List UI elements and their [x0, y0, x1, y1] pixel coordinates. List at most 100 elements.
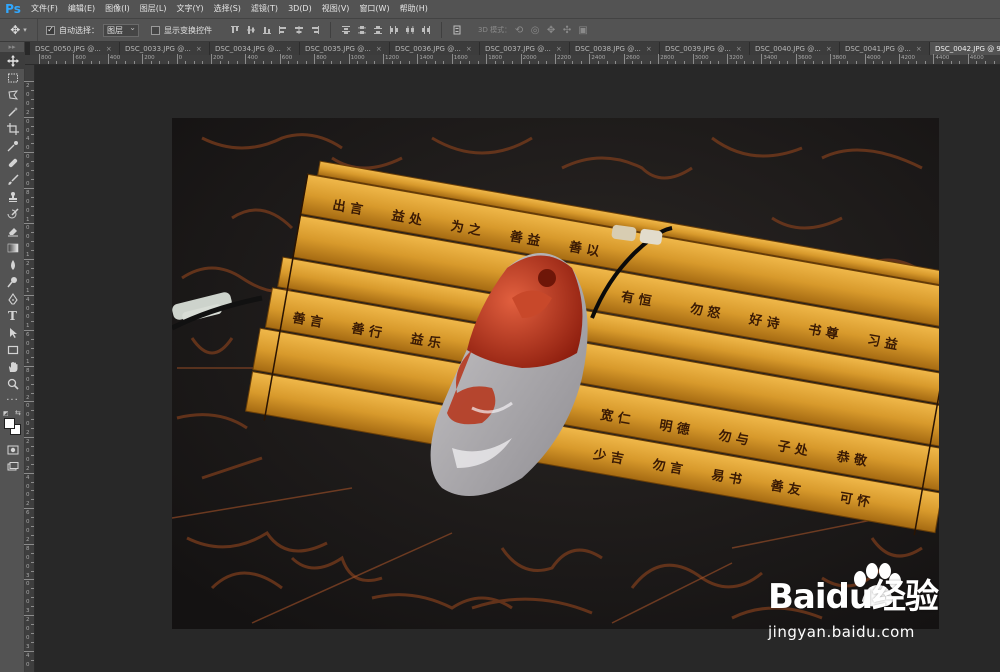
document-tab[interactable]: DSC_0033.JPG @... ×	[120, 42, 210, 55]
default-colors-icon[interactable]: ◩	[3, 410, 9, 417]
eyedropper-tool-button[interactable]	[0, 137, 25, 154]
close-icon[interactable]: ×	[466, 45, 472, 53]
document-tab[interactable]: DSC_0036.JPG @... ×	[390, 42, 480, 55]
document-tab[interactable]: DSC_0037.JPG @... ×	[480, 42, 570, 55]
document-tab[interactable]: DSC_0034.JPG @... ×	[210, 42, 300, 55]
hand-tool-button[interactable]	[0, 358, 25, 375]
document-tab[interactable]: DSC_0042.JPG @ 9...×	[930, 42, 1000, 55]
camera-3d-icon[interactable]: ▣	[575, 23, 591, 37]
distribute-top-edges-button[interactable]	[339, 23, 353, 37]
menu-item-9[interactable]: 窗口(W)	[354, 0, 394, 18]
brush-tool-button[interactable]	[0, 171, 25, 188]
ruler-v-label: 0	[26, 305, 30, 312]
ruler-v-label: 0	[26, 118, 30, 125]
align-horizontal-centers-button[interactable]	[292, 23, 306, 37]
close-icon[interactable]: ×	[196, 45, 202, 53]
distribute-vertical-centers-button[interactable]	[355, 23, 369, 37]
align-bottom-edges-button[interactable]	[260, 23, 274, 37]
ruler-minor-tick	[503, 61, 505, 64]
pen-tool-button[interactable]	[0, 290, 25, 307]
ruler-tick	[39, 54, 40, 64]
horizontal-ruler[interactable]: 800 600 400 200 0 200 400 600 800 1000 1200 1400 160…	[25, 54, 1000, 65]
menu-item-3[interactable]: 图层(L)	[135, 0, 172, 18]
ruler-h-label: 600	[75, 55, 86, 61]
swap-colors-icon[interactable]: ⇆	[15, 409, 21, 417]
ruler-h-label: 800	[316, 55, 327, 61]
more-tools-icon[interactable]: ···	[0, 392, 25, 409]
screen-mode-button[interactable]	[0, 458, 25, 475]
close-icon[interactable]: ×	[646, 45, 652, 53]
document-tab[interactable]: DSC_0039.JPG @... ×	[660, 42, 750, 55]
menu-item-7[interactable]: 3D(D)	[283, 0, 317, 18]
align-right-edges-button[interactable]	[308, 23, 322, 37]
close-icon[interactable]: ×	[916, 45, 922, 53]
zoom-tool-button[interactable]	[0, 375, 25, 392]
document-tab[interactable]: DSC_0050.JPG @... ×	[30, 42, 120, 55]
ruler-tick	[31, 241, 34, 243]
menu-item-4[interactable]: 文字(Y)	[171, 0, 208, 18]
quick-mask-button[interactable]	[0, 441, 25, 458]
crop-tool-button[interactable]	[0, 120, 25, 137]
document-tab[interactable]: DSC_0038.JPG @... ×	[570, 42, 660, 55]
auto-align-layers-button[interactable]	[450, 23, 464, 37]
ruler-minor-tick	[787, 61, 789, 64]
lasso-tool-button[interactable]	[0, 86, 25, 103]
align-vertical-centers-button[interactable]	[244, 23, 258, 37]
ruler-v-label: 0	[26, 563, 30, 570]
menu-item-2[interactable]: 图像(I)	[100, 0, 135, 18]
ruler-minor-tick	[357, 61, 359, 64]
vertical-ruler[interactable]: 2 0 0 2 0 0 4 0 0 6 0 0 8 0 0 1 0 0 0 1 2 0 0 1 4 0 0 1 6 0 0 1 8 0 0 2 0 0 0 2…	[24, 65, 35, 672]
roll-3d-icon[interactable]: ◎	[527, 23, 543, 37]
ruler-v-label: 6	[26, 163, 30, 170]
ruler-v-label: 0	[26, 180, 30, 187]
distribute-right-edges-button[interactable]	[419, 23, 433, 37]
path-selection-tool-button[interactable]	[0, 324, 25, 341]
drag-3d-icon[interactable]: ✥	[543, 23, 559, 37]
menu-item-10[interactable]: 帮助(H)	[395, 0, 433, 18]
ruler-tick	[107, 54, 109, 64]
eraser-tool-button[interactable]	[0, 222, 25, 239]
ruler-v-label: 8	[26, 367, 30, 374]
close-icon[interactable]: ×	[556, 45, 562, 53]
quick-selection-tool-button[interactable]	[0, 103, 25, 120]
close-icon[interactable]: ×	[286, 45, 292, 53]
distribute-left-edges-button[interactable]	[387, 23, 401, 37]
blur-tool-button[interactable]	[0, 256, 25, 273]
distribute-bottom-edges-button[interactable]	[371, 23, 385, 37]
distribute-horizontal-centers-button[interactable]	[403, 23, 417, 37]
gradient-tool-button[interactable]	[0, 239, 25, 256]
close-icon[interactable]: ×	[106, 45, 112, 53]
auto-select-target-dropdown[interactable]: 图层	[103, 23, 139, 37]
photo-jade-pendant-on-bamboo-scroll: 出 言 益 处 为 之 善 益 善 以 有 恒 勿 怒 好 诗 书 尊 习 益 …	[172, 118, 939, 629]
menu-item-6[interactable]: 滤镜(T)	[246, 0, 283, 18]
rotate-3d-icon[interactable]: ⟲	[511, 23, 527, 37]
move-tool-button[interactable]	[0, 52, 25, 69]
auto-select-checkbox[interactable]: ✓	[46, 25, 55, 35]
rectangle-tool-button[interactable]	[0, 341, 25, 358]
menu-item-8[interactable]: 视图(V)	[317, 0, 355, 18]
show-transform-controls-checkbox[interactable]	[151, 25, 160, 35]
menu-item-0[interactable]: 文件(F)	[26, 0, 63, 18]
clone-stamp-tool-button[interactable]	[0, 188, 25, 205]
marquee-tool-button[interactable]	[0, 69, 25, 86]
ruler-v-label: 0	[26, 403, 30, 410]
ruler-minor-tick	[752, 61, 754, 64]
align-top-edges-button[interactable]	[228, 23, 242, 37]
ruler-v-label: 0	[26, 172, 30, 178]
photoshop-logo[interactable]: Ps	[0, 0, 26, 18]
document-tab[interactable]: DSC_0041.JPG @... ×	[840, 42, 930, 55]
move-tool-preset[interactable]: ✥ ▾	[0, 19, 38, 41]
close-icon[interactable]: ×	[376, 45, 382, 53]
close-icon[interactable]: ×	[736, 45, 742, 53]
foreground-color-swatch[interactable]	[4, 418, 15, 429]
menu-item-1[interactable]: 编辑(E)	[63, 0, 100, 18]
healing-brush-tool-button[interactable]	[0, 154, 25, 171]
toolbar-collapse-grip[interactable]: ▸▸	[0, 42, 24, 52]
menu-item-5[interactable]: 选择(S)	[209, 0, 246, 18]
close-icon[interactable]: ×	[826, 45, 832, 53]
align-left-edges-button[interactable]	[276, 23, 290, 37]
dodge-tool-button[interactable]	[0, 273, 25, 290]
history-brush-tool-button[interactable]	[0, 205, 25, 222]
slide-3d-icon[interactable]: ✣	[559, 23, 575, 37]
type-tool-button[interactable]: T	[0, 307, 25, 324]
